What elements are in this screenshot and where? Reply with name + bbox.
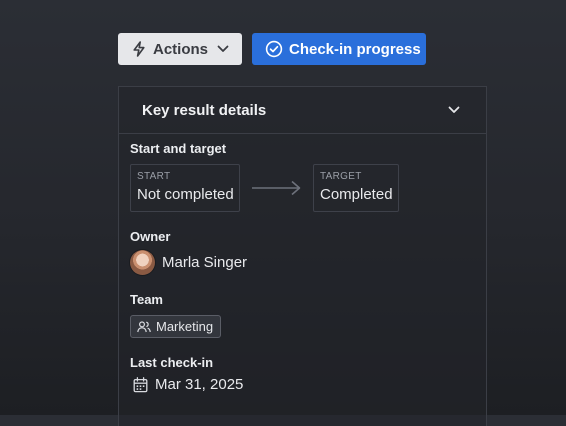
check-circle-icon (265, 40, 283, 58)
last-check-in-label: Last check-in (130, 355, 214, 370)
toolbar: Actions Check-in progress (118, 33, 426, 65)
target-caption: TARGET (320, 171, 362, 182)
check-in-progress-button[interactable]: Check-in progress (252, 33, 426, 65)
start-value: Not completed (137, 186, 234, 203)
calendar-icon (133, 376, 148, 393)
owner-row[interactable]: Marla Singer (130, 250, 247, 275)
start-caption: START (137, 171, 171, 182)
panel-header[interactable]: Key result details (119, 87, 486, 134)
actions-button[interactable]: Actions (118, 33, 242, 65)
avatar (130, 250, 155, 275)
users-icon (137, 320, 151, 333)
last-check-in-date: Mar 31, 2025 (155, 376, 244, 393)
key-result-details-panel: Key result details Start and target STAR… (118, 86, 487, 426)
target-value: Completed (320, 186, 393, 203)
target-value-box: TARGET Completed (313, 164, 399, 212)
team-name: Marketing (156, 319, 214, 334)
chevron-down-icon[interactable] (448, 106, 460, 114)
team-tag[interactable]: Marketing (130, 315, 222, 338)
start-and-target-label: Start and target (130, 141, 227, 156)
start-value-box: START Not completed (130, 164, 240, 212)
panel-title: Key result details (142, 101, 267, 119)
check-in-progress-label: Check-in progress (289, 40, 421, 58)
owner-label: Owner (130, 229, 171, 244)
actions-button-label: Actions (153, 40, 209, 58)
arrow-right-icon (251, 179, 303, 202)
lightning-icon (132, 41, 146, 57)
chevron-down-icon (217, 45, 229, 53)
owner-name: Marla Singer (162, 254, 248, 271)
last-check-in-date-row: Mar 31, 2025 (133, 376, 243, 393)
team-label: Team (130, 292, 163, 307)
